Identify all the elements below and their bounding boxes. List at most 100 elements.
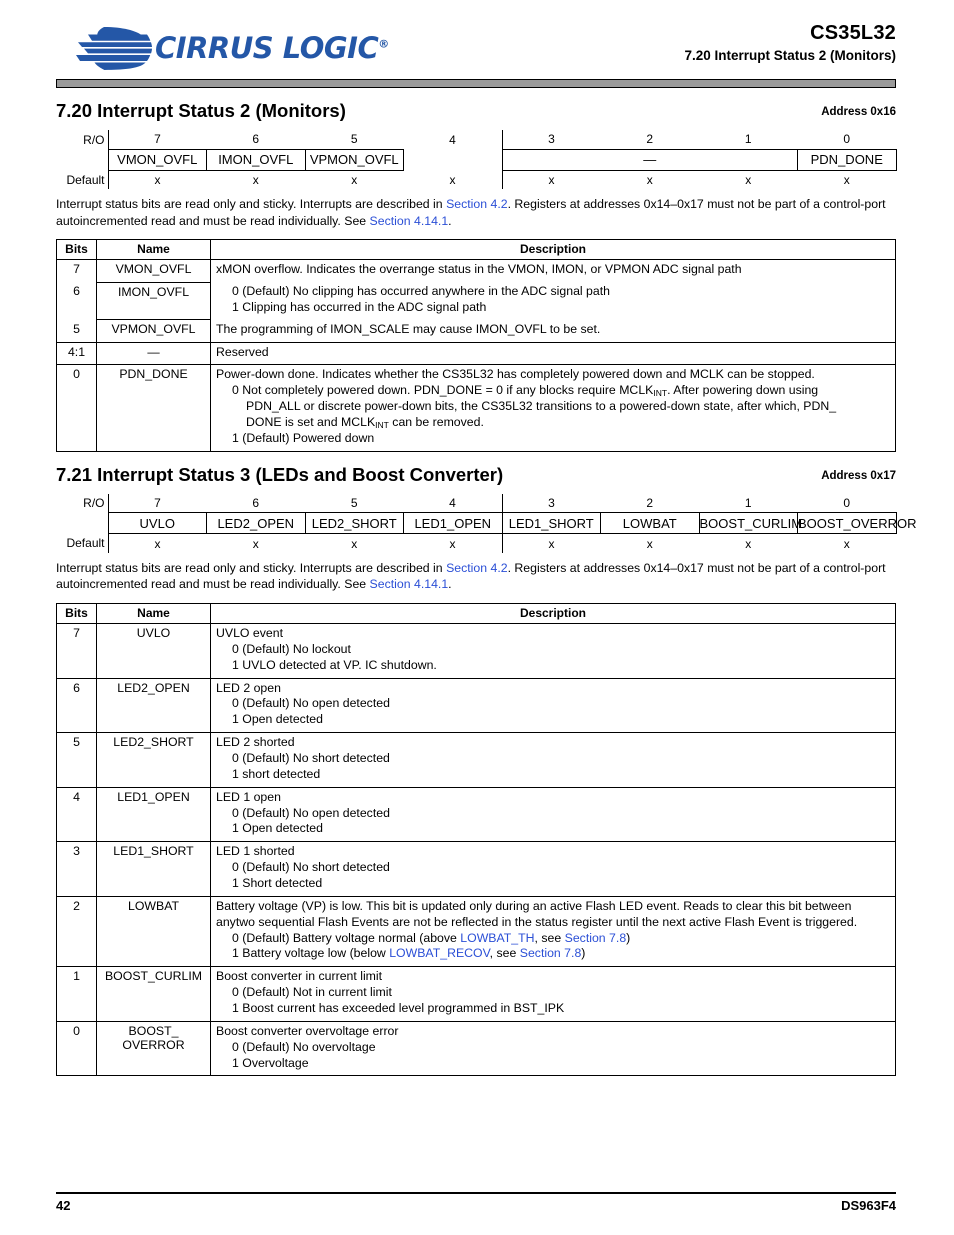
row-bits: 5 bbox=[56, 319, 97, 343]
field-name-line: BOOST_ bbox=[128, 1023, 179, 1038]
register-field-led1_open: LED1_OPEN bbox=[403, 512, 503, 535]
description-line: 1 Clipping has occurred in the ADC signa… bbox=[232, 299, 487, 314]
field-name-text: LED2_OPEN bbox=[117, 680, 190, 695]
table-row: 0 PDN_DONE Power-down done. Indicates whet… bbox=[56, 364, 896, 452]
description-line: LED 2 open bbox=[216, 680, 281, 695]
default-label: Default bbox=[66, 172, 105, 187]
row-bits: 4:1 bbox=[56, 341, 97, 366]
row-name: UVLO bbox=[96, 622, 211, 679]
link-section-4-2[interactable]: Section 4.2 bbox=[446, 561, 508, 575]
default-value-bit3: x bbox=[501, 170, 601, 189]
description-line: PDN_ALL or discrete power-down bits, the… bbox=[246, 399, 837, 414]
register-field-led2_short: LED2_SHORT bbox=[304, 512, 404, 535]
description-line: 0 (Default) No open detected bbox=[232, 805, 390, 820]
row-description: 0 (Default) No clipping has occurred any… bbox=[210, 282, 896, 320]
register-default-row: Default x x x x x x x x bbox=[56, 170, 896, 189]
row-name: LOWBAT bbox=[96, 895, 211, 968]
bit-number-1: 1 bbox=[744, 132, 752, 147]
field-name-text: LOWBAT bbox=[127, 898, 179, 913]
section-header-0: 7.20 Interrupt Status 2 (Monitors) Addres… bbox=[56, 100, 896, 126]
table-row: 4 LED1_OPEN LED 1 open 0 (Default) No open … bbox=[56, 786, 896, 843]
default-value-bit0: x bbox=[843, 172, 850, 187]
default-value-bit3: x bbox=[501, 533, 601, 553]
field-row-label bbox=[56, 513, 108, 534]
description-line: 0 (Default) No lockout bbox=[232, 641, 351, 656]
description-line: UVLO event bbox=[216, 625, 283, 640]
row-description: LED 1 shorted 0 (Default) No short detect… bbox=[210, 841, 896, 897]
bit-number-2: 2 bbox=[646, 132, 654, 147]
register-address: Address 0x16 bbox=[821, 106, 896, 118]
default-value-bit2: x bbox=[646, 536, 653, 551]
row-name: LED1_OPEN bbox=[96, 786, 211, 843]
header-rule bbox=[56, 79, 896, 88]
bit-number-5: 5 bbox=[350, 132, 358, 147]
register-note-1: Interrupt status bits are read only and … bbox=[56, 560, 896, 593]
register-field-vpmon_ovfl: VPMON_OVFL bbox=[304, 148, 404, 171]
table-row: 6 LED2_OPEN LED 2 open 0 (Default) No open … bbox=[56, 677, 896, 734]
section-title: 7.20 Interrupt Status 2 (Monitors) bbox=[56, 100, 346, 121]
registered-trademark-icon: ® bbox=[378, 37, 389, 51]
cirrus-logic-logo: CIRRUS LOGIC® bbox=[74, 26, 389, 70]
footer-doc-number: DS963F4 bbox=[841, 1198, 896, 1213]
register-bitnum-row: R/O 7 6 5 4 3 2 1 0 bbox=[56, 130, 896, 149]
field-name-text: BOOST_CURLIM bbox=[104, 969, 203, 984]
link-section-4-14-1[interactable]: Section 4.14.1 bbox=[370, 214, 449, 228]
page-content: CIRRUS LOGIC® CS35L32 7.20 Interrupt Sta… bbox=[56, 0, 916, 1235]
description-line: 0 (Default) No short detected bbox=[232, 750, 390, 765]
default-value-bit4: x bbox=[449, 172, 456, 187]
field-name-text: LED2_SHORT bbox=[113, 735, 194, 750]
row-description: Reserved bbox=[210, 341, 896, 366]
register-field-row: VMON_OVFL IMON_OVFL VPMON_OVFL — PDN_DONE bbox=[56, 148, 897, 171]
table-row: 3 LED1_SHORT LED 1 shorted 0 (Default) No s… bbox=[56, 841, 896, 897]
table-row: 2 LOWBAT Battery voltage (VP) is low. This… bbox=[56, 895, 896, 968]
register-field-empty bbox=[404, 149, 503, 170]
bit-number-6: 6 bbox=[252, 496, 260, 511]
note-text-1: Interrupt status bits are read only and … bbox=[56, 197, 447, 211]
description-line: 1 (Default) Powered down bbox=[232, 430, 375, 445]
description-line: 1 Boost current has exceeded level progr… bbox=[232, 1001, 565, 1016]
description-line: 0 (Default) No overvoltage bbox=[232, 1039, 376, 1054]
row-bits: 1 bbox=[56, 966, 97, 1022]
register-field-vmon_ovfl: VMON_OVFL bbox=[107, 148, 207, 171]
link-section-4-2[interactable]: Section 4.2 bbox=[446, 197, 508, 211]
description-line: 0 (Default) Battery voltage normal (abov… bbox=[232, 930, 631, 945]
row-description: UVLO event 0 (Default) No lockout 1 UVLO d… bbox=[210, 622, 896, 679]
row-bits: 0 bbox=[56, 1020, 97, 1077]
description-line: 1 short detected bbox=[232, 766, 321, 781]
row-bits: 0 bbox=[56, 364, 97, 452]
description-line: 1 Overvoltage bbox=[232, 1055, 309, 1070]
default-value-bit1: x bbox=[745, 536, 752, 551]
bit-description-table-0: Bits Name Description 7 VMON_OVFL xMON overfl… bbox=[56, 239, 896, 452]
description-line: 0 (Default) Not in current limit bbox=[232, 985, 392, 1000]
description-line: Boost converter in current limit bbox=[216, 969, 383, 984]
description-line: 0 Not completely powered down. PDN_DONE … bbox=[232, 383, 819, 399]
column-header-description: Description bbox=[210, 602, 896, 624]
bit-description-table-1: Bits Name Description 7 UVLO UVLO event 0 (Def… bbox=[56, 602, 896, 1077]
register-field-boost_overror: BOOST_OVERROR bbox=[797, 512, 916, 535]
register-field-imon_ovfl: IMON_OVFL bbox=[206, 148, 306, 171]
row-name: BOOST_CURLIM bbox=[96, 966, 211, 1022]
bit-number-7: 7 bbox=[107, 130, 207, 149]
default-value-bit5: x bbox=[351, 172, 358, 187]
default-value-bit7: x bbox=[107, 170, 207, 189]
register-field-boost_curlim: BOOST_CURLIM bbox=[698, 512, 802, 535]
row-name: VPMON_OVFL bbox=[96, 319, 211, 343]
register-bit-table-0: R/O 7 6 5 4 3 2 1 0 VMON_OVFL IMON_OVFL VPMON_OVFL —… bbox=[56, 130, 897, 189]
row-bits: 6 bbox=[56, 677, 97, 734]
register-field-uvlo: UVLO bbox=[107, 512, 207, 535]
cirrus-swoosh-icon bbox=[76, 27, 152, 70]
row-description: LED 2 open 0 (Default) No open detected 1 … bbox=[210, 677, 896, 734]
table-header-row: Bits Name Description bbox=[56, 602, 896, 624]
register-field-lowbat: LOWBAT bbox=[600, 512, 700, 535]
default-value-bit6: x bbox=[252, 536, 259, 551]
row-name: IMON_OVFL bbox=[96, 281, 211, 321]
logo-wordmark: CIRRUS LOGIC® bbox=[155, 31, 389, 65]
register-bit-table-1: R/O 7 6 5 4 3 2 1 0 UVLO LED2_OPEN LED2_SHORT LED1_O… bbox=[56, 493, 916, 553]
field-name-text: — bbox=[147, 344, 160, 359]
default-value-bit1: x bbox=[745, 172, 752, 187]
link-section-4-14-1[interactable]: Section 4.14.1 bbox=[370, 577, 449, 591]
register-field-led2_open: LED2_OPEN bbox=[206, 512, 306, 535]
sections-container: 7.20 Interrupt Status 2 (Monitors) Addres… bbox=[56, 100, 916, 1077]
row-description: LED 1 open 0 (Default) No open detected 1 … bbox=[210, 786, 896, 843]
row-description: LED 2 shorted 0 (Default) No short detect… bbox=[210, 732, 896, 788]
